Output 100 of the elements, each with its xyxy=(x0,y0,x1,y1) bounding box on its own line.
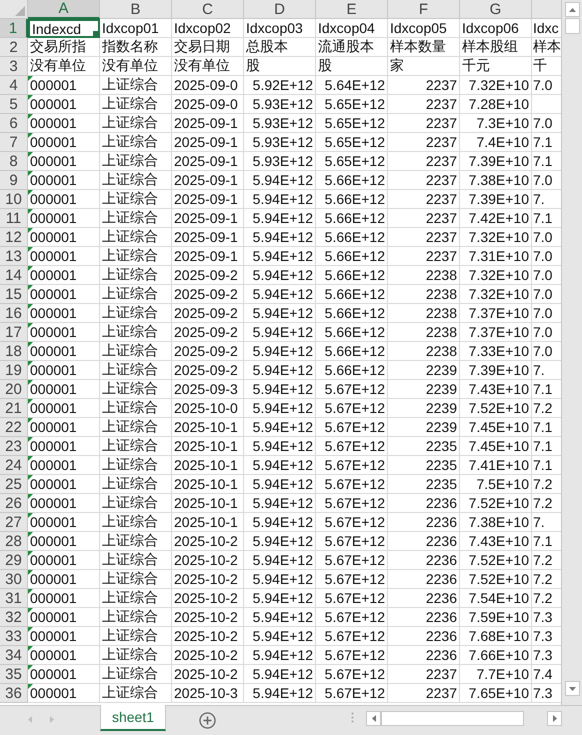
table-cell: 2025-09-1 xyxy=(174,134,238,150)
table-cell: 上证综合 xyxy=(102,95,158,113)
row-header[interactable]: 8 xyxy=(0,152,28,171)
table-cell: 7.3 xyxy=(533,628,552,644)
scroll-thumb[interactable] xyxy=(381,711,524,726)
table-cell: 上证综合 xyxy=(102,247,158,265)
table-cell: 5.64E+12 xyxy=(324,77,385,93)
table-cell: 7. xyxy=(533,191,545,207)
table-cell: Idxcop02 xyxy=(174,20,231,36)
table-cell: 7.68E+10 xyxy=(468,628,529,644)
row-header[interactable]: 21 xyxy=(0,399,28,418)
select-all-icon[interactable] xyxy=(15,6,25,16)
table-cell: 5.94E+12 xyxy=(252,229,313,245)
row-header[interactable]: 28 xyxy=(0,532,28,551)
row-header[interactable]: 4 xyxy=(0,76,28,95)
row-header[interactable]: 35 xyxy=(0,665,28,684)
row-header[interactable]: 15 xyxy=(0,285,28,304)
row-header[interactable]: 1 xyxy=(0,19,28,38)
table-cell: 000001 xyxy=(30,77,77,93)
table-cell: 5.67E+12 xyxy=(324,533,385,549)
table-cell: 2025-10-1 xyxy=(174,495,238,511)
fill-handle[interactable] xyxy=(92,30,98,36)
column-header[interactable]: C xyxy=(172,0,244,19)
scroll-left-button[interactable] xyxy=(366,711,381,726)
table-cell: 7.7E+10 xyxy=(476,666,529,682)
row-header[interactable]: 17 xyxy=(0,323,28,342)
table-cell: 000001 xyxy=(30,210,77,226)
table-cell: 7.38E+10 xyxy=(468,514,529,530)
table-cell: 7.66E+10 xyxy=(468,647,529,663)
table-cell: 7.2 xyxy=(533,571,552,587)
resize-handle-icon[interactable] xyxy=(351,712,354,723)
up-arrow-icon xyxy=(568,8,576,12)
row-header[interactable]: 9 xyxy=(0,171,28,190)
row-header[interactable]: 31 xyxy=(0,589,28,608)
row-header[interactable]: 6 xyxy=(0,114,28,133)
table-cell: 2236 xyxy=(426,628,457,644)
row-header[interactable]: 12 xyxy=(0,228,28,247)
row-header[interactable]: 32 xyxy=(0,608,28,627)
column-header[interactable]: E xyxy=(316,0,388,19)
row-header[interactable]: 25 xyxy=(0,475,28,494)
table-cell: 7.39E+10 xyxy=(468,153,529,169)
row-header[interactable]: 5 xyxy=(0,95,28,114)
row-header[interactable]: 34 xyxy=(0,646,28,665)
table-cell: 000001 xyxy=(30,96,77,112)
table-cell: 5.94E+12 xyxy=(252,533,313,549)
row-header[interactable]: 13 xyxy=(0,247,28,266)
row-header[interactable]: 30 xyxy=(0,570,28,589)
row-header[interactable]: 11 xyxy=(0,209,28,228)
row-header[interactable]: 27 xyxy=(0,513,28,532)
table-cell: 7.1 xyxy=(533,533,552,549)
table-cell: 5.94E+12 xyxy=(252,381,313,397)
error-indicator-icon xyxy=(28,285,33,290)
table-cell: 5.94E+12 xyxy=(252,666,313,682)
row-header[interactable]: 26 xyxy=(0,494,28,513)
row-header[interactable]: 29 xyxy=(0,551,28,570)
table-cell: 000001 xyxy=(30,400,77,416)
row-header[interactable]: 3 xyxy=(0,57,28,76)
row-header[interactable]: 19 xyxy=(0,361,28,380)
column-header[interactable]: B xyxy=(100,0,172,19)
row-header[interactable]: 7 xyxy=(0,133,28,152)
column-header[interactable]: A xyxy=(28,0,100,19)
error-indicator-icon xyxy=(28,589,33,594)
sheet-tab[interactable]: sheet1 xyxy=(100,705,166,731)
scroll-left-icon[interactable] xyxy=(28,716,32,723)
row-header[interactable]: 20 xyxy=(0,380,28,399)
table-cell: 5.94E+12 xyxy=(252,552,313,568)
row-header[interactable]: 2 xyxy=(0,38,28,57)
table-cell: 2237 xyxy=(426,96,457,112)
column-header[interactable]: G xyxy=(460,0,532,19)
row-header[interactable]: 10 xyxy=(0,190,28,209)
column-header[interactable]: F xyxy=(388,0,460,19)
table-cell: 上证综合 xyxy=(102,76,158,94)
row-header[interactable]: 22 xyxy=(0,418,28,437)
table-cell: 上证综合 xyxy=(102,209,158,227)
scroll-down-button[interactable] xyxy=(564,681,580,696)
row-header[interactable]: 14 xyxy=(0,266,28,285)
row-header[interactable]: 36 xyxy=(0,684,28,703)
table-cell: 5.66E+12 xyxy=(324,305,385,321)
column-header[interactable]: D xyxy=(244,0,316,19)
error-indicator-icon xyxy=(28,380,33,385)
add-sheet-icon[interactable] xyxy=(199,712,216,729)
scroll-thumb[interactable] xyxy=(564,18,580,34)
table-cell: 上证综合 xyxy=(102,266,158,284)
table-cell: 5.94E+12 xyxy=(252,438,313,454)
table-cell: 2025-09-1 xyxy=(174,115,238,131)
row-header[interactable]: 23 xyxy=(0,437,28,456)
table-cell: 5.67E+12 xyxy=(324,628,385,644)
table-cell: 5.66E+12 xyxy=(324,324,385,340)
row-header[interactable]: 24 xyxy=(0,456,28,475)
table-cell: 2025-10-2 xyxy=(174,666,238,682)
table-cell: 2025-10-1 xyxy=(174,457,238,473)
scroll-right-icon[interactable] xyxy=(50,716,54,723)
table-cell: 2236 xyxy=(426,571,457,587)
table-cell: 000001 xyxy=(30,495,77,511)
table-cell: 2025-10-1 xyxy=(174,438,238,454)
row-header[interactable]: 33 xyxy=(0,627,28,646)
scroll-right-button[interactable] xyxy=(547,711,562,726)
scroll-up-button[interactable] xyxy=(564,2,580,17)
row-header[interactable]: 18 xyxy=(0,342,28,361)
row-header[interactable]: 16 xyxy=(0,304,28,323)
